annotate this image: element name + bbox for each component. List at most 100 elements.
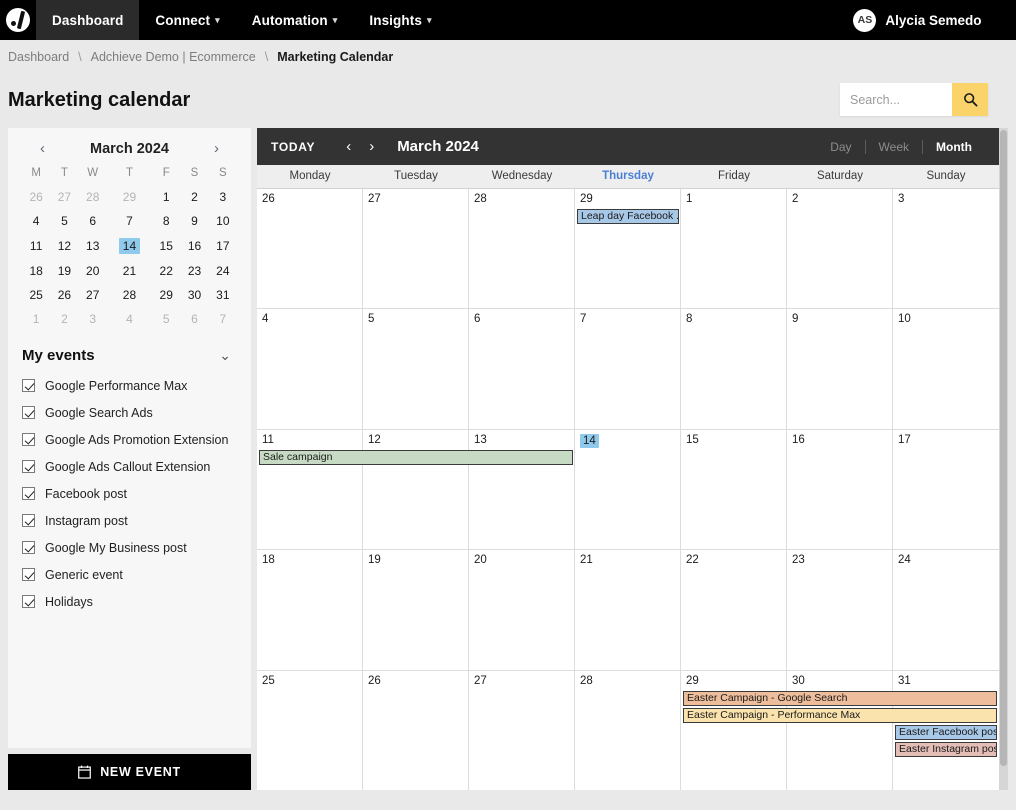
calendar-day-cell[interactable]: 27 [469,670,575,791]
calendar-event[interactable]: Easter Campaign - Google Search [682,690,997,706]
calendar-scrollbar-thumb[interactable] [1000,130,1007,766]
calendar-event[interactable]: Easter Instagram post [895,741,997,757]
checkbox-6[interactable] [22,541,35,554]
checkbox-1[interactable] [22,406,35,419]
calendar-day-cell[interactable]: 28 [469,189,575,309]
calendar-day-cell[interactable]: 1 [681,189,787,309]
calendar-event[interactable]: Sale campaign [259,449,573,465]
calendar-day-cell[interactable]: 3 [893,189,999,308]
search-button[interactable] [952,83,988,116]
chevron-down-icon[interactable]: ⌄ [213,347,237,364]
breadcrumb-item-0[interactable]: Dashboard [8,50,69,64]
mini-day-cell[interactable]: 7 [209,307,237,331]
mini-day-cell[interactable]: 11 [22,233,50,259]
calendar-event[interactable]: Easter Facebook post [895,724,997,740]
mini-day-cell[interactable]: 2 [180,185,208,209]
calendar-day-cell[interactable]: 18 [257,550,363,670]
mini-day-cell[interactable]: 21 [107,259,152,283]
calendar-day-cell[interactable]: 25 [257,670,363,791]
mini-day-cell[interactable]: 27 [79,283,107,307]
mini-day-cell[interactable]: 2 [50,307,78,331]
app-logo[interactable] [0,0,36,40]
nav-item-insights[interactable]: Insights ▾ [353,0,447,40]
calendar-day-cell[interactable]: 17 [893,430,999,549]
checkbox-0[interactable] [22,379,35,392]
mini-day-cell[interactable]: 28 [107,283,152,307]
mini-day-cell[interactable]: 9 [180,209,208,233]
mini-day-cell[interactable]: 20 [79,259,107,283]
mini-day-cell[interactable]: 14 [107,233,152,259]
calendar-day-cell[interactable]: 10 [893,309,999,428]
new-event-button[interactable]: NEW EVENT [8,754,251,790]
mini-day-cell[interactable]: 26 [22,185,50,209]
user-menu[interactable]: AS Alycia Semedo ▾ [853,0,1016,40]
mini-day-cell[interactable]: 18 [22,259,50,283]
event-filter-row[interactable]: Instagram post [22,507,237,534]
calendar-day-cell[interactable]: 8 [681,309,787,429]
calendar-event[interactable]: Easter Campaign - Performance Max [682,707,997,723]
event-filter-row[interactable]: Facebook post [22,480,237,507]
mini-day-cell[interactable]: 25 [22,283,50,307]
mini-day-cell[interactable]: 26 [50,283,78,307]
calendar-day-cell[interactable]: 30 [787,670,893,791]
calendar-day-cell[interactable]: 21 [575,550,681,670]
calendar-day-cell[interactable]: 14 [575,429,681,550]
calendar-day-cell[interactable]: 9 [787,309,893,429]
mini-day-cell[interactable]: 5 [152,307,180,331]
mini-day-cell[interactable]: 1 [152,185,180,209]
mini-day-cell[interactable]: 4 [107,307,152,331]
calendar-day-cell[interactable]: 22 [681,550,787,670]
mini-day-cell[interactable]: 15 [152,233,180,259]
calendar-day-cell[interactable]: 6 [469,309,575,429]
mini-day-cell[interactable]: 29 [107,185,152,209]
mini-day-cell[interactable]: 12 [50,233,78,259]
calendar-day-cell[interactable]: 7 [575,309,681,429]
calendar-day-cell[interactable]: 26 [363,670,469,791]
mini-day-cell[interactable]: 16 [180,233,208,259]
checkbox-2[interactable] [22,433,35,446]
calendar-day-cell[interactable]: 27 [363,189,469,309]
checkbox-5[interactable] [22,514,35,527]
calendar-day-cell[interactable]: 16 [787,429,893,550]
checkbox-4[interactable] [22,487,35,500]
breadcrumb-item-1[interactable]: Adchieve Demo | Ecommerce [91,50,256,64]
event-filter-row[interactable]: Google Performance Max [22,372,237,399]
calendar-day-cell[interactable]: 29 [575,189,681,309]
mini-day-cell[interactable]: 29 [152,283,180,307]
nav-item-automation[interactable]: Automation ▾ [236,0,354,40]
calendar-day-cell[interactable]: 29 [681,670,787,791]
event-filter-row[interactable]: Google My Business post [22,534,237,561]
nav-item-connect[interactable]: Connect ▾ [139,0,235,40]
calendar-day-cell[interactable]: 12 [363,429,469,550]
mini-day-cell[interactable]: 5 [50,209,78,233]
mini-day-cell[interactable]: 10 [209,209,237,233]
mini-day-cell[interactable]: 8 [152,209,180,233]
calendar-event[interactable]: Leap day Facebook ... [577,209,679,224]
mini-day-cell[interactable]: 22 [152,259,180,283]
mini-day-cell[interactable]: 3 [209,185,237,209]
mini-day-cell[interactable]: 13 [79,233,107,259]
view-day-button[interactable]: Day [817,140,864,154]
event-filter-row[interactable]: Generic event [22,561,237,588]
event-filter-row[interactable]: Google Ads Promotion Extension [22,426,237,453]
checkbox-8[interactable] [22,595,35,608]
event-filter-row[interactable]: Holidays [22,588,237,615]
mini-day-cell[interactable]: 23 [180,259,208,283]
mini-day-cell[interactable]: 28 [79,185,107,209]
mini-day-cell[interactable]: 6 [180,307,208,331]
mini-day-cell[interactable]: 6 [79,209,107,233]
calendar-day-cell[interactable]: 24 [893,550,999,669]
mini-day-cell[interactable]: 4 [22,209,50,233]
mini-day-cell[interactable]: 17 [209,233,237,259]
calendar-day-cell[interactable]: 2 [787,189,893,309]
calendar-day-cell[interactable]: 11 [257,429,363,550]
next-month-button[interactable]: › [360,138,383,155]
my-events-header[interactable]: My events ⌄ [22,347,237,364]
mini-next-month-button[interactable]: › [210,140,223,157]
event-filter-row[interactable]: Google Ads Callout Extension [22,453,237,480]
checkbox-7[interactable] [22,568,35,581]
mini-day-cell[interactable]: 7 [107,209,152,233]
view-week-button[interactable]: Week [864,139,922,154]
calendar-day-cell[interactable]: 28 [575,670,681,791]
calendar-day-cell[interactable]: 26 [257,189,363,309]
